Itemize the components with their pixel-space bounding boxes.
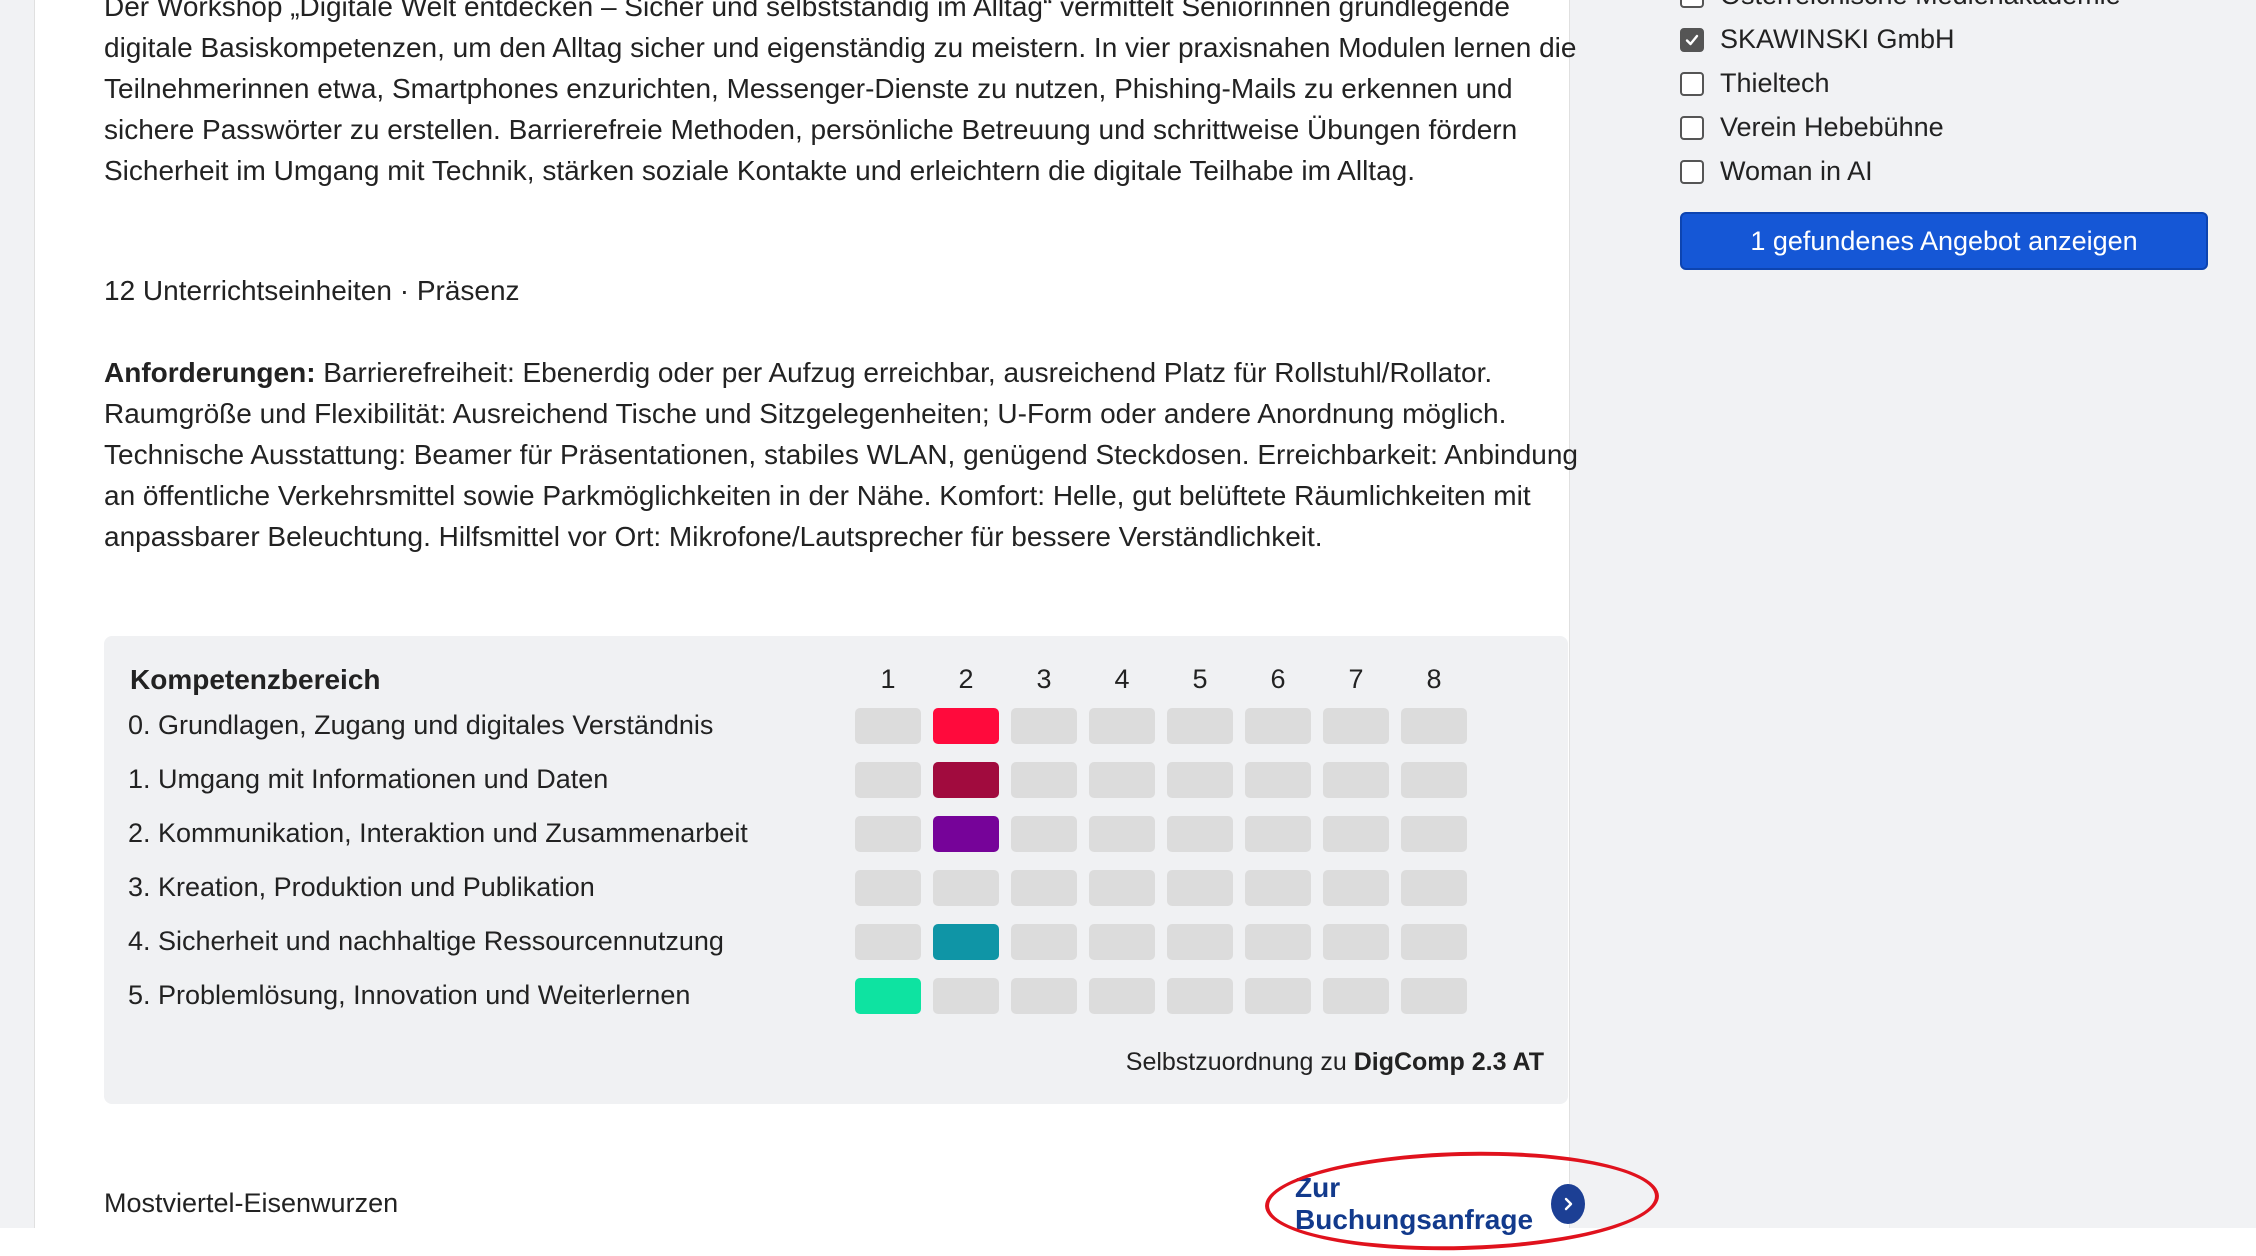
competence-row-label: 0. Grundlagen, Zugang und digitales Vers…	[128, 710, 714, 740]
filter-option-label: Verein Hebebühne	[1720, 112, 1944, 142]
competence-cell	[933, 870, 999, 906]
digcomp-label: DigComp 2.3 AT	[1353, 1048, 1544, 1076]
competence-cell	[1167, 924, 1233, 960]
competence-cell	[1401, 924, 1467, 960]
competence-row-label: 2. Kommunikation, Interaktion und Zusamm…	[128, 818, 748, 848]
course-description: Der Workshop „Digitale Welt entdecken – …	[104, 0, 1584, 191]
competence-cell	[1323, 924, 1389, 960]
competence-cell	[855, 870, 921, 906]
competence-matrix: Kompetenzbereich 1 2 3 4 5 6 7 8 0. Grundlagen,…	[104, 636, 1568, 1104]
competence-footer-prefix: Selbstzuordnung zu	[1125, 1048, 1354, 1076]
highlight-annotation	[1263, 1146, 1661, 1256]
competence-cell	[855, 762, 921, 798]
competence-cell	[1323, 708, 1389, 744]
competence-title: Kompetenzbereich	[130, 664, 381, 695]
competence-cell	[1167, 762, 1233, 798]
region-label: Mostviertel-Eisenwurzen	[104, 1188, 399, 1218]
competence-cell	[855, 816, 921, 852]
requirements-text: Barrierefreiheit: Ebenerdig oder per Auf…	[104, 357, 1578, 552]
competence-cell	[1323, 816, 1389, 852]
competence-cell	[1323, 762, 1389, 798]
competence-cell	[1245, 870, 1311, 906]
checkbox-icon[interactable]	[1680, 115, 1704, 140]
competence-cell	[1323, 978, 1389, 1014]
competence-cell-active	[933, 708, 999, 744]
level-header-7: 7	[1348, 664, 1364, 694]
filter-option-label: SKAWINSKI GmbH	[1720, 24, 1955, 54]
competence-cell-active	[933, 816, 999, 852]
competence-cell	[1089, 870, 1155, 906]
competence-row-label: 5. Problemlösung, Innovation und Weiterl…	[128, 980, 691, 1010]
competence-cell	[1011, 870, 1077, 906]
competence-cell	[1089, 708, 1155, 744]
level-header-5: 5	[1192, 664, 1208, 694]
filter-option-label: Österreichische Medienakademie	[1720, 0, 2121, 11]
filter-option[interactable]: Österreichische Medienakademie	[1680, 0, 2121, 11]
checkbox-icon[interactable]	[1680, 159, 1704, 184]
competence-cell	[1245, 762, 1311, 798]
competence-cell	[855, 924, 921, 960]
level-header-3: 3	[1036, 664, 1052, 694]
competence-cell	[1011, 924, 1077, 960]
competence-cell	[1245, 708, 1311, 744]
checkbox-icon[interactable]	[1680, 71, 1704, 96]
filter-option-label: Woman in AI	[1720, 156, 1873, 186]
filter-option[interactable]: Woman in AI	[1680, 156, 1873, 187]
competence-cell	[855, 708, 921, 744]
competence-cell	[1401, 762, 1467, 798]
competence-cell-active	[855, 978, 921, 1014]
level-header-1: 1	[880, 664, 896, 694]
competence-row-label: 4. Sicherheit und nachhaltige Ressourcen…	[128, 926, 724, 956]
level-header-8: 8	[1426, 664, 1442, 694]
filter-sidebar: Österreichische Medienakademie SKAWINSKI …	[1632, 0, 2256, 1228]
competence-row-label: 3. Kreation, Produktion und Publikation	[128, 872, 595, 902]
competence-cell	[1089, 978, 1155, 1014]
competence-cell-active	[933, 924, 999, 960]
competence-cell	[1401, 978, 1467, 1014]
filter-option[interactable]: Verein Hebebühne	[1680, 112, 1944, 143]
competence-cell	[1011, 978, 1077, 1014]
description-text: Der Workshop „Digitale Welt entdecken – …	[104, 0, 1577, 186]
checkbox-checked-icon[interactable]	[1680, 27, 1704, 52]
filter-option[interactable]: SKAWINSKI GmbH	[1680, 24, 1955, 55]
level-header-4: 4	[1114, 664, 1130, 694]
competence-cell	[1011, 708, 1077, 744]
checkbox-icon[interactable]	[1680, 0, 1704, 8]
requirements-label: Anforderungen:	[104, 357, 316, 388]
competence-cell	[1323, 870, 1389, 906]
competence-cell	[1401, 816, 1467, 852]
competence-cell	[1245, 978, 1311, 1014]
competence-cell	[1011, 762, 1077, 798]
competence-row-label: 1. Umgang mit Informationen und Daten	[128, 764, 609, 794]
requirements: Anforderungen: Barrierefreiheit: Ebenerd…	[104, 352, 1584, 557]
level-header-2: 2	[958, 664, 974, 694]
competence-cell	[1089, 924, 1155, 960]
level-header-6: 6	[1270, 664, 1286, 694]
competence-cell	[1089, 816, 1155, 852]
show-results-button[interactable]: 1 gefundenes Angebot anzeigen	[1680, 212, 2208, 270]
competence-cell	[1401, 870, 1467, 906]
competence-cell-active	[933, 762, 999, 798]
competence-cell	[1167, 870, 1233, 906]
competence-cell	[1401, 708, 1467, 744]
competence-cell	[1089, 762, 1155, 798]
filter-option[interactable]: Thieltech	[1680, 68, 1830, 99]
competence-cell	[1011, 816, 1077, 852]
competence-cell	[1245, 924, 1311, 960]
course-meta: 12 Unterrichtseinheiten · Präsenz	[104, 275, 520, 306]
filter-option-label: Thieltech	[1720, 68, 1830, 98]
competence-cell	[1167, 816, 1233, 852]
course-card: Der Workshop „Digitale Welt entdecken – …	[34, 0, 1661, 1256]
competence-footer: Selbstzuordnung zu DigComp 2.3 AT	[1126, 1048, 1544, 1077]
competence-cell	[1245, 816, 1311, 852]
competence-cell	[1167, 708, 1233, 744]
competence-cell	[1167, 978, 1233, 1014]
competence-cell	[933, 978, 999, 1014]
